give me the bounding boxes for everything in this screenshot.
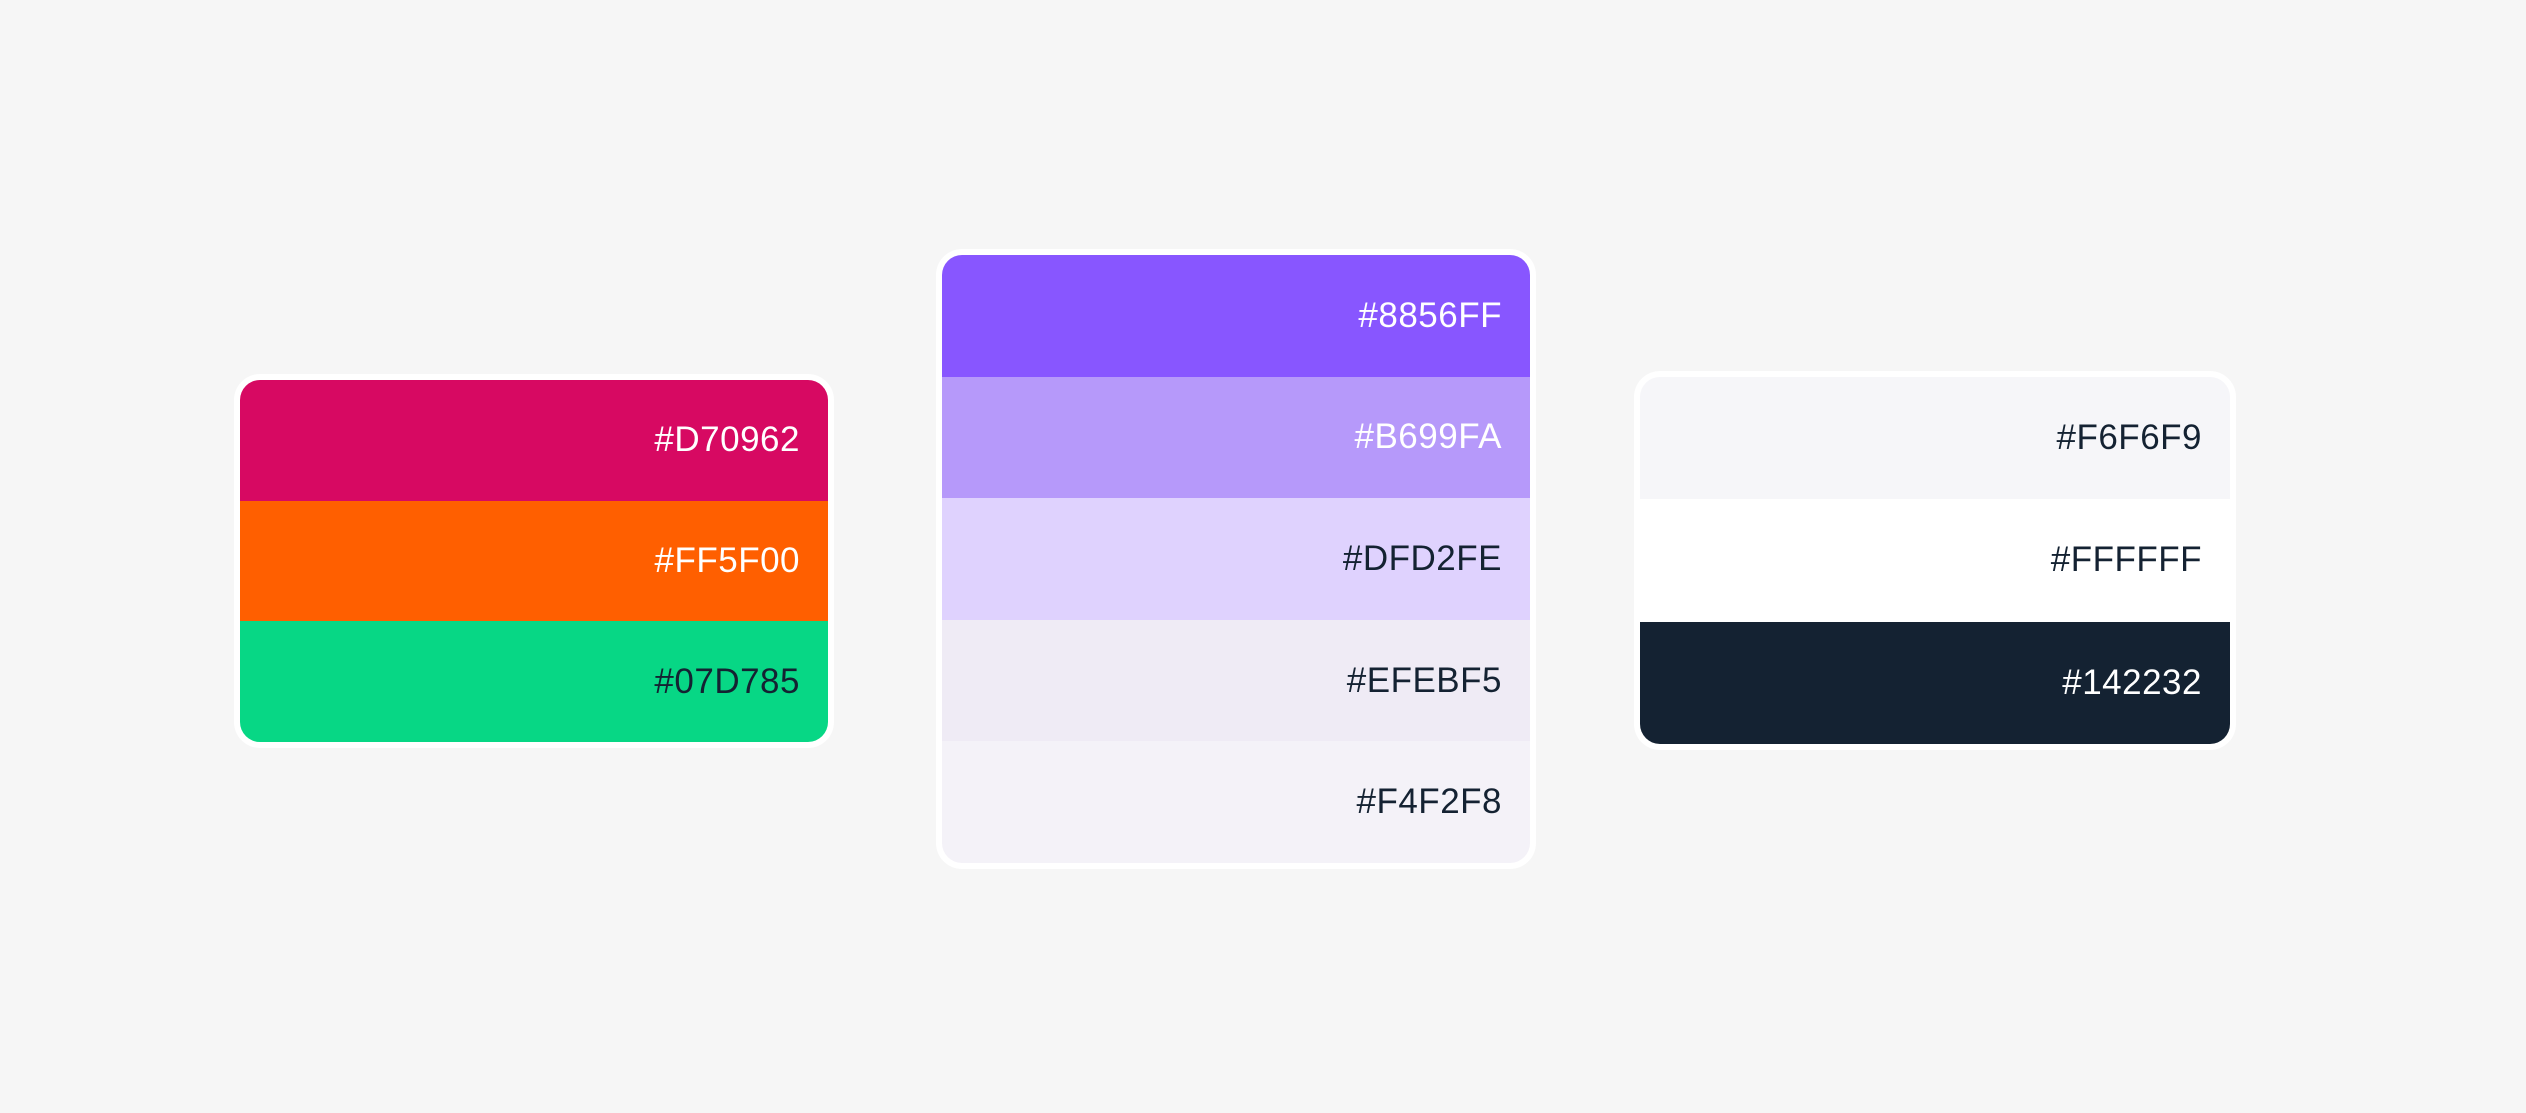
swatch-hex-label: #DFD2FE: [1342, 538, 1502, 578]
swatch-stack: #8856FF #B699FA #DFD2FE #EFEBF5 #F4F2F8: [942, 255, 1530, 863]
swatch-stack: #D70962 #FF5F00 #07D785: [240, 380, 828, 742]
swatch-hex-label: #142232: [2062, 662, 2202, 702]
swatch-hex-label: #07D785: [654, 661, 800, 701]
swatch-f6f6f9: #F6F6F9: [1640, 377, 2230, 500]
swatch-hex-label: #F4F2F8: [1356, 782, 1502, 822]
swatch-ffffff: #FFFFFF: [1640, 499, 2230, 622]
swatch-ff5f00: #FF5F00: [240, 500, 828, 622]
swatch-hex-label: #D70962: [654, 420, 800, 460]
swatch-b699fa: #B699FA: [942, 376, 1530, 499]
swatch-hex-label: #8856FF: [1358, 295, 1502, 335]
neutral-palette-card: #F6F6F9 #FFFFFF #142232: [1634, 371, 2236, 750]
swatch-efebf5: #EFEBF5: [942, 619, 1530, 742]
swatch-hex-label: #FF5F00: [654, 541, 800, 580]
swatch-hex-label: #F6F6F9: [2056, 418, 2202, 458]
swatch-dfd2fe: #DFD2FE: [942, 498, 1530, 620]
swatch-hex-label: #EFEBF5: [1346, 660, 1502, 700]
swatch-142232: #142232: [1640, 621, 2230, 744]
swatch-8856ff: #8856FF: [942, 255, 1530, 377]
swatch-f4f2f8: #F4F2F8: [942, 741, 1530, 863]
swatch-d70962: #D70962: [240, 380, 828, 501]
swatch-stack: #F6F6F9 #FFFFFF #142232: [1640, 377, 2230, 744]
swatch-hex-label: #B699FA: [1354, 417, 1502, 457]
swatch-hex-label: #FFFFFF: [2050, 540, 2202, 580]
accent-palette-card: #D70962 #FF5F00 #07D785: [234, 374, 834, 748]
swatch-07d785: #07D785: [240, 621, 828, 742]
purple-palette-card: #8856FF #B699FA #DFD2FE #EFEBF5 #F4F2F8: [936, 249, 1536, 869]
